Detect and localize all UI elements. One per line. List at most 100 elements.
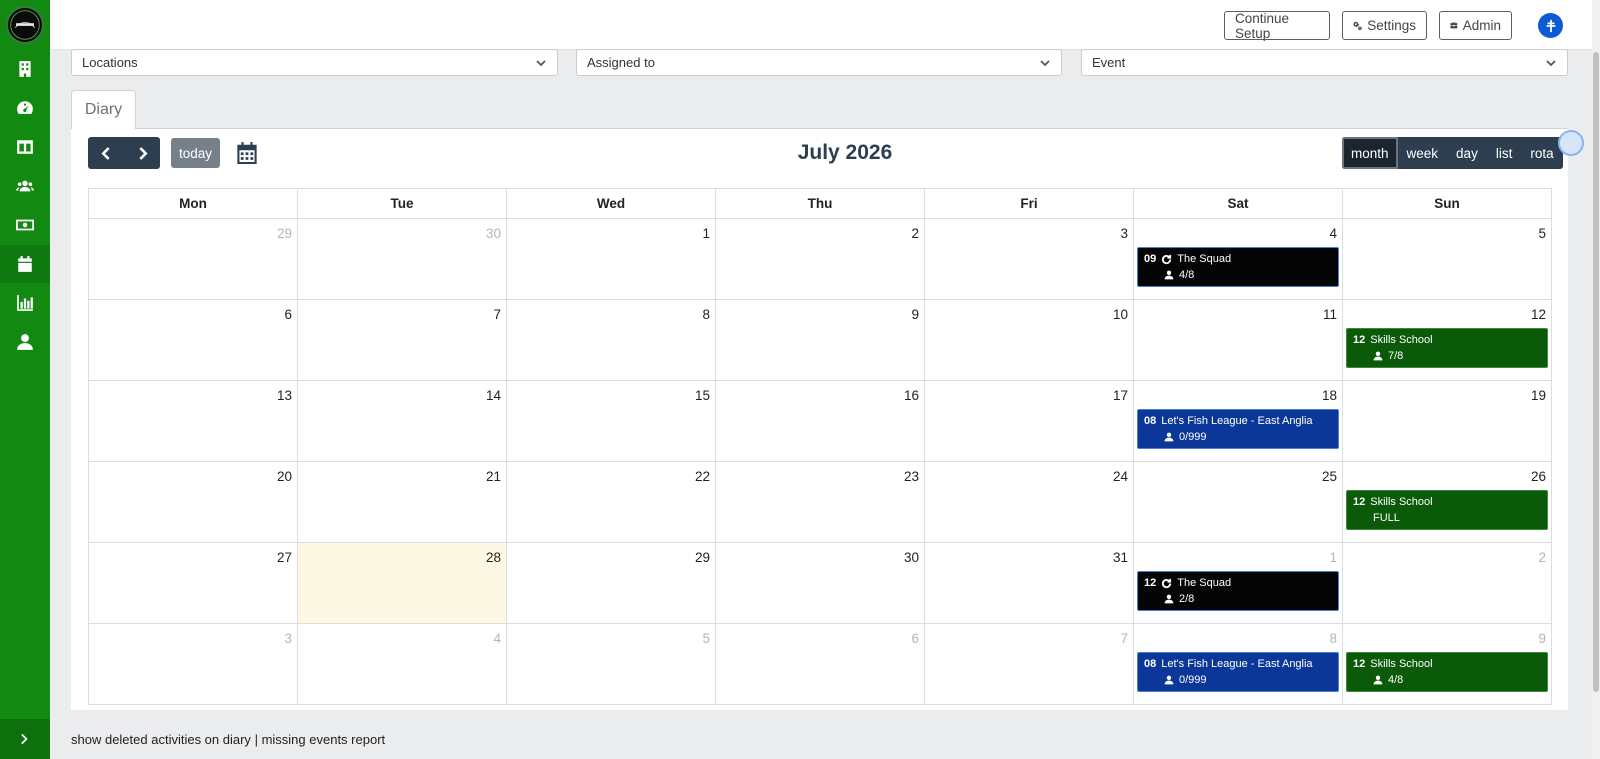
day-cell[interactable]: 15 bbox=[507, 381, 716, 461]
sidebar-item-dashboard[interactable] bbox=[0, 89, 50, 127]
day-cell[interactable]: 7 bbox=[925, 624, 1134, 704]
day-number: 30 bbox=[485, 226, 501, 241]
sidebar-item-profile[interactable] bbox=[0, 323, 50, 361]
show-deleted-link[interactable]: show deleted activities on diary bbox=[71, 732, 251, 747]
missing-events-link[interactable]: missing events report bbox=[262, 732, 386, 747]
calendar-event[interactable]: 08 Let's Fish League - East Anglia 0/999 bbox=[1137, 652, 1339, 692]
day-number: 22 bbox=[694, 469, 710, 484]
sidebar-item-reports[interactable] bbox=[0, 284, 50, 322]
day-cell[interactable]: 24 bbox=[925, 462, 1134, 542]
event-title: Skills School bbox=[1370, 496, 1433, 508]
event-capacity: 0/999 bbox=[1179, 674, 1207, 686]
day-cell[interactable]: 30 bbox=[298, 219, 507, 299]
view-week-button[interactable]: week bbox=[1398, 137, 1448, 169]
day-number: 18 bbox=[1321, 388, 1337, 403]
day-cell[interactable]: 11 bbox=[1134, 300, 1343, 380]
day-number: 27 bbox=[276, 550, 292, 565]
calendar-event[interactable]: 08 Let's Fish League - East Anglia 0/999 bbox=[1137, 409, 1339, 449]
day-cell[interactable]: 23 bbox=[716, 462, 925, 542]
day-cell[interactable]: 20 bbox=[89, 462, 298, 542]
sidebar-item-table[interactable] bbox=[0, 128, 50, 166]
scrollbar-thumb[interactable] bbox=[1593, 52, 1599, 692]
floating-helper-icon[interactable] bbox=[1558, 130, 1584, 156]
assigned-to-select[interactable]: Assigned to bbox=[576, 49, 1062, 76]
day-cell[interactable]: 22 bbox=[507, 462, 716, 542]
day-cell[interactable]: 14 bbox=[298, 381, 507, 461]
day-cell[interactable]: 4 09 The Squad 4/8 bbox=[1134, 219, 1343, 299]
day-cell[interactable]: 6 bbox=[716, 624, 925, 704]
day-cell[interactable]: 13 bbox=[89, 381, 298, 461]
assigned-to-select-value: Assigned to bbox=[587, 55, 655, 70]
locations-select[interactable]: Locations bbox=[71, 49, 558, 76]
user-avatar[interactable] bbox=[1538, 13, 1563, 38]
prev-month-button[interactable] bbox=[88, 137, 124, 169]
day-cell[interactable]: 7 bbox=[298, 300, 507, 380]
calendar-event[interactable]: 12 Skills School 4/8 bbox=[1346, 652, 1548, 692]
view-month-button[interactable]: month bbox=[1342, 137, 1398, 169]
calendar-event[interactable]: 09 The Squad 4/8 bbox=[1137, 247, 1339, 287]
day-cell[interactable]: 16 bbox=[716, 381, 925, 461]
day-number: 11 bbox=[1322, 307, 1337, 322]
day-cell[interactable]: 6 bbox=[89, 300, 298, 380]
settings-button[interactable]: Settings bbox=[1342, 11, 1427, 40]
today-button[interactable]: today bbox=[171, 138, 220, 168]
day-cell[interactable]: 12 12 Skills School 7/8 bbox=[1343, 300, 1551, 380]
day-cell[interactable]: 3 bbox=[925, 219, 1134, 299]
calendar-event[interactable]: 12 Skills School 7/8 bbox=[1346, 328, 1548, 368]
day-cell[interactable]: 3 bbox=[89, 624, 298, 704]
day-cell[interactable]: 10 bbox=[925, 300, 1134, 380]
view-list-button[interactable]: list bbox=[1487, 137, 1522, 169]
calendar-event[interactable]: 12 Skills School FULL bbox=[1346, 490, 1548, 530]
day-cell[interactable]: 1 12 The Squad 2/8 bbox=[1134, 543, 1343, 623]
day-cell[interactable]: 2 bbox=[1343, 543, 1551, 623]
toolbox-icon bbox=[1450, 22, 1458, 29]
day-cell-today[interactable]: 28 bbox=[298, 543, 507, 623]
sidebar-item-users[interactable] bbox=[0, 167, 50, 205]
sidebar-item-locations[interactable] bbox=[0, 50, 50, 88]
day-cell[interactable]: 21 bbox=[298, 462, 507, 542]
calendar-event[interactable]: 12 The Squad 2/8 bbox=[1137, 571, 1339, 611]
day-cell[interactable]: 8 bbox=[507, 300, 716, 380]
day-cell[interactable]: 29 bbox=[507, 543, 716, 623]
day-cell[interactable]: 8 08 Let's Fish League - East Anglia 0/99… bbox=[1134, 624, 1343, 704]
logo-icon bbox=[10, 10, 40, 40]
event-capacity: 0/999 bbox=[1179, 431, 1207, 443]
page-scrollbar[interactable] bbox=[1592, 0, 1600, 759]
continue-setup-button[interactable]: Continue Setup bbox=[1224, 11, 1330, 41]
sidebar-expand-button[interactable] bbox=[0, 719, 50, 759]
day-cell[interactable]: 31 bbox=[925, 543, 1134, 623]
event-time: 12 bbox=[1353, 658, 1366, 670]
day-cell[interactable]: 18 08 Let's Fish League - East Anglia 0/9… bbox=[1134, 381, 1343, 461]
day-cell[interactable]: 9 bbox=[716, 300, 925, 380]
day-cell[interactable]: 25 bbox=[1134, 462, 1343, 542]
day-cell[interactable]: 30 bbox=[716, 543, 925, 623]
sidebar-item-diary[interactable] bbox=[0, 245, 50, 283]
next-month-button[interactable] bbox=[124, 137, 160, 169]
table-icon bbox=[17, 140, 33, 154]
day-cell[interactable]: 4 bbox=[298, 624, 507, 704]
day-number: 16 bbox=[903, 388, 919, 403]
day-cell[interactable]: 1 bbox=[507, 219, 716, 299]
date-picker-button[interactable] bbox=[236, 142, 258, 164]
day-cell[interactable]: 29 bbox=[89, 219, 298, 299]
event-select[interactable]: Event bbox=[1081, 49, 1568, 76]
day-cell[interactable]: 17 bbox=[925, 381, 1134, 461]
person-icon bbox=[1164, 675, 1174, 685]
chevron-down-icon bbox=[1039, 57, 1051, 69]
day-cell[interactable]: 26 12 Skills School FULL bbox=[1343, 462, 1551, 542]
day-cell[interactable]: 19 bbox=[1343, 381, 1551, 461]
day-cell[interactable]: 5 bbox=[507, 624, 716, 704]
day-number: 23 bbox=[903, 469, 919, 484]
day-cell[interactable]: 27 bbox=[89, 543, 298, 623]
tab-diary[interactable]: Diary bbox=[71, 90, 136, 129]
sidebar-item-payments[interactable] bbox=[0, 206, 50, 244]
settings-label: Settings bbox=[1367, 18, 1416, 33]
view-day-button[interactable]: day bbox=[1447, 137, 1487, 169]
day-cell[interactable]: 9 12 Skills School 4/8 bbox=[1343, 624, 1551, 704]
diary-footer: show deleted activities on diary | missi… bbox=[71, 732, 385, 747]
day-cell[interactable]: 2 bbox=[716, 219, 925, 299]
brand-logo[interactable] bbox=[6, 6, 44, 44]
view-rota-button[interactable]: rota bbox=[1521, 137, 1562, 169]
admin-button[interactable]: Admin bbox=[1439, 11, 1512, 40]
day-cell[interactable]: 5 bbox=[1343, 219, 1551, 299]
